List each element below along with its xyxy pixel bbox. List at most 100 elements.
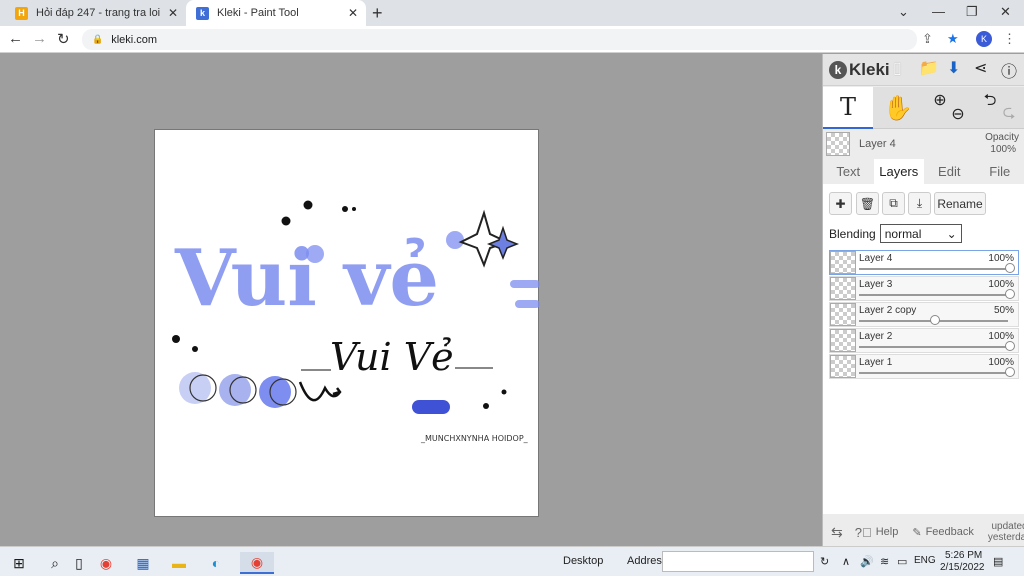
desktop-toolbar[interactable]: Desktop [563,555,603,567]
lock-icon: 🔒 [92,34,104,44]
zoom-out-button[interactable]: ⊖ [943,93,973,135]
reload-icon[interactable]: ↻ [57,30,70,48]
download-icon[interactable]: ⬇ [947,58,960,78]
hand-tool-button[interactable]: ✋ [875,87,921,129]
tab-hoidap[interactable]: H Hỏi đáp 247 - trang tra loi ✕ [0,0,186,26]
text-tool-button[interactable]: T [823,87,873,129]
opacity-slider-handle[interactable] [1005,367,1015,377]
menu-dots-icon[interactable]: ⋮ [1003,31,1016,47]
close-window-button[interactable]: ✕ [1000,4,1011,20]
swatch-circles [179,372,297,408]
opacity-slider-track[interactable] [859,372,1008,374]
search-icon[interactable]: ⌕ [44,552,66,574]
duplicate-layer-button[interactable]: ⧉ [882,192,905,215]
script-text: Vui Vẻ [330,335,454,379]
opacity-slider-handle[interactable] [1005,289,1015,299]
taskbar-address-input[interactable] [662,551,814,572]
new-tab-button[interactable]: + [372,3,383,24]
close-tab-icon[interactable]: ✕ [168,6,178,20]
url-field[interactable]: 🔒 kleki.com [82,29,917,50]
opacity-slider-track[interactable] [859,294,1008,296]
open-folder-icon[interactable]: 📁 [919,58,939,78]
share-icon[interactable]: ⋖ [974,58,987,78]
profile-avatar[interactable]: K [976,31,992,47]
opacity-slider-handle[interactable] [1005,263,1015,273]
pill-swatch [412,400,450,414]
chrome-icon[interactable]: ◉ [95,552,117,574]
minimize-button[interactable]: — [932,4,945,19]
notification-icon[interactable]: ▤ [993,555,1003,568]
wifi-icon[interactable]: ≋ [880,555,889,568]
layer-row[interactable]: Layer 2 copy 50% [829,302,1019,327]
panel-tabs: Text Layers Edit File [823,159,1024,184]
rename-layer-button[interactable]: Rename [934,192,986,215]
tab-search-icon[interactable]: ⌄ [898,4,909,20]
help-icon[interactable]: ⓘ [1001,58,1017,82]
layer-row[interactable]: Layer 1 100% [829,354,1019,379]
opacity-slider-track[interactable] [859,346,1008,348]
tab-text[interactable]: Text [823,159,874,184]
new-image-icon[interactable]: ▯ [893,58,902,78]
edge-icon[interactable]: ◐ [205,552,227,574]
signature: _MUNCHXNYNHA HOIDOP_ [420,434,529,443]
layer-name: Layer 2 copy [859,305,917,316]
maximize-button[interactable]: ❐ [966,4,978,20]
opacity-slider-track[interactable] [859,268,1008,270]
logo-text: Kleki [849,59,890,79]
current-layer-name: Layer 4 [859,138,896,150]
updated-line-1: updated [991,521,1024,532]
windows-start-icon[interactable]: ⊞ [8,552,30,574]
drawing-canvas[interactable]: Vui vẻ Vui Vẻ _MUNCHXNYNHA HOIDOP_ [154,129,540,517]
help-icon[interactable]: ?⃝ [855,525,872,540]
layer-thumbnail [830,251,856,274]
artwork: Vui vẻ Vui Vẻ _MUNCHXNYNHA HOIDOP_ [172,200,540,443]
kleki-side-panel: k Kleki ▯ 📁 ⬇ ⋖ ⓘ T ✋ ⊕ ⊖ ⮌ ⮎ Layer 4 Opa… [822,54,1024,546]
chrome-active-icon[interactable]: ◉ [240,552,274,574]
tray-chevron-icon[interactable]: ∧ [842,555,850,568]
store-icon[interactable]: ▦ [132,552,154,574]
layer-row[interactable]: Layer 2 100% [829,328,1019,353]
share-icon[interactable]: ⇪ [922,31,933,47]
opacity-slider-handle[interactable] [929,315,940,325]
language-indicator[interactable]: ENG [914,555,936,566]
add-layer-button[interactable]: ✚ [829,192,852,215]
layer-name: Layer 3 [859,279,893,290]
battery-icon[interactable]: ▭ [897,555,907,568]
delete-layer-button[interactable]: 🗑 [856,192,879,215]
task-view-icon[interactable]: ▯ [68,552,90,574]
tab-kleki[interactable]: k Kleki - Paint Tool ✕ [186,0,366,26]
blending-row: Blending normal ⌄ [829,224,962,243]
file-explorer-icon[interactable]: ▬ [168,552,190,574]
layer-opacity: 50% [993,305,1014,316]
layer-thumbnail [830,355,856,378]
close-tab-icon[interactable]: ✕ [348,6,358,20]
help-link[interactable]: Help [876,526,899,538]
blending-select[interactable]: normal ⌄ [879,224,962,243]
volume-icon[interactable]: 🔊 [860,555,874,568]
layer-thumbnail [830,303,856,326]
blending-value: normal [884,226,922,241]
forward-icon[interactable]: → [32,30,47,47]
layer-thumbnail [830,329,856,352]
tab-file[interactable]: File [975,159,1024,184]
clock-date[interactable]: 2/15/2022 [940,562,985,573]
layer-name: Layer 1 [859,357,893,368]
refresh-icon[interactable]: ↻ [820,555,829,568]
kleki-logo: k Kleki [829,60,890,80]
merge-layer-button[interactable]: ⤓ [908,192,931,215]
browser-tab-bar: H Hỏi đáp 247 - trang tra loi ✕ k Kleki … [0,0,1024,26]
bookmark-star-icon[interactable]: ★ [947,31,959,47]
redo-button[interactable]: ⮎ [997,93,1021,135]
windows-taskbar: ⊞ ⌕ ▯ ◉ ▦ ▬ ◐ ◉ Desktop Address ↻ ∧ 🔊 ≋ … [0,546,1024,576]
feedback-link[interactable]: Feedback [926,526,974,538]
opacity-value: 100% [990,144,1016,155]
tab-layers[interactable]: Layers [873,159,924,184]
layer-row[interactable]: Layer 3 100% [829,276,1019,301]
tab-edit[interactable]: Edit [924,159,975,184]
current-layer-bar: Layer 4 Opacity 100% [823,130,1024,158]
clock-time[interactable]: 5:26 PM [945,550,982,561]
back-icon[interactable]: ← [8,30,23,47]
opacity-slider-handle[interactable] [1005,341,1015,351]
layer-row[interactable]: Layer 4 100% [829,250,1019,275]
swap-icon[interactable]: ⇆ [831,524,843,541]
